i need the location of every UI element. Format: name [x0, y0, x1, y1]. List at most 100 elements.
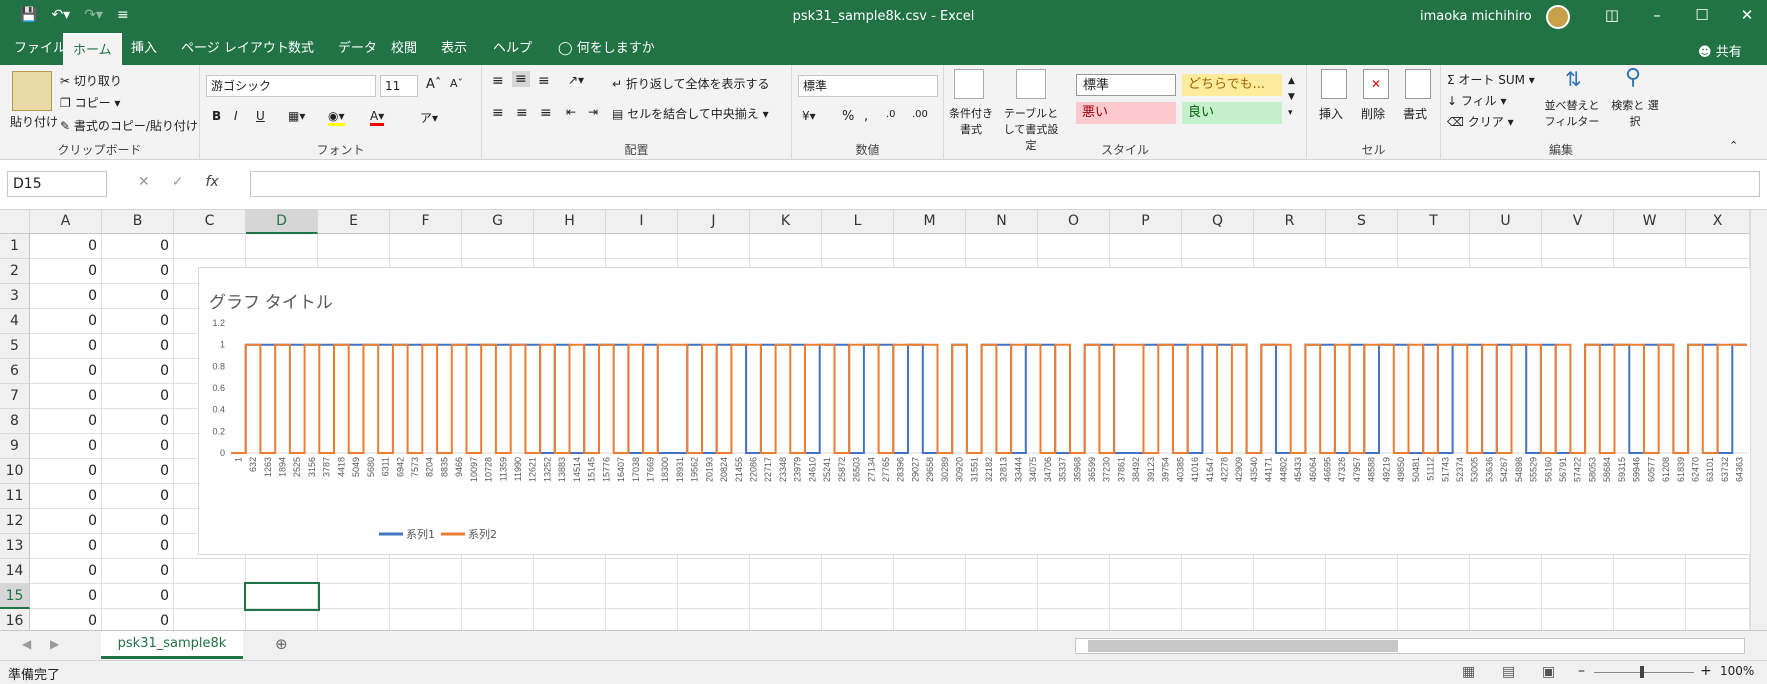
grid-cell[interactable]: 0: [30, 484, 102, 509]
grid-cell[interactable]: [534, 559, 606, 584]
grid-cell[interactable]: 0: [102, 259, 174, 284]
grid-cell[interactable]: [966, 234, 1038, 259]
horizontal-scrollbar[interactable]: [1075, 638, 1745, 654]
grid-cell[interactable]: [750, 234, 822, 259]
row-header[interactable]: 3: [0, 284, 30, 309]
tab-view[interactable]: 表示: [431, 33, 477, 65]
maximize-icon[interactable]: ☐: [1690, 6, 1714, 24]
scrollbar-thumb[interactable]: [1088, 640, 1398, 652]
row-header[interactable]: 2: [0, 259, 30, 284]
bold-icon[interactable]: B: [212, 109, 221, 123]
grid-cell[interactable]: [1470, 559, 1542, 584]
column-header[interactable]: N: [966, 210, 1038, 234]
name-box[interactable]: D15: [7, 171, 107, 197]
grid-cell[interactable]: [1470, 584, 1542, 609]
column-header[interactable]: A: [30, 210, 102, 234]
grid-cell[interactable]: [678, 584, 750, 609]
column-header[interactable]: H: [534, 210, 606, 234]
chart-title[interactable]: グラフ タイトル: [209, 293, 333, 312]
column-header[interactable]: P: [1110, 210, 1182, 234]
grid-cell[interactable]: [1326, 234, 1398, 259]
grid-cell[interactable]: [534, 234, 606, 259]
font-color-icon[interactable]: A▾: [370, 109, 385, 126]
grid-cell[interactable]: 0: [30, 509, 102, 534]
column-header[interactable]: R: [1254, 210, 1326, 234]
grid-cell[interactable]: [1542, 559, 1614, 584]
grid-cell[interactable]: [1110, 559, 1182, 584]
grid-cell[interactable]: [1542, 234, 1614, 259]
row-header[interactable]: 13: [0, 534, 30, 559]
column-header[interactable]: S: [1326, 210, 1398, 234]
phonetic-icon[interactable]: ア▾: [420, 109, 438, 126]
grid-cell[interactable]: [1326, 584, 1398, 609]
grid-cell[interactable]: [822, 559, 894, 584]
grid-cell[interactable]: [390, 559, 462, 584]
column-header[interactable]: U: [1470, 210, 1542, 234]
table-format-icon[interactable]: [1016, 69, 1046, 99]
column-header[interactable]: V: [1542, 210, 1614, 234]
format-painter-button[interactable]: ✎ 書式のコピー/貼り付け: [60, 117, 198, 134]
row-header[interactable]: 7: [0, 384, 30, 409]
column-header[interactable]: I: [606, 210, 678, 234]
grid-cell[interactable]: [894, 559, 966, 584]
grid-cell[interactable]: 0: [102, 534, 174, 559]
decrease-indent-icon[interactable]: ⇤: [566, 105, 576, 119]
grid-cell[interactable]: [1038, 584, 1110, 609]
grid-cell[interactable]: [174, 559, 246, 584]
fill-color-icon[interactable]: ◉▾: [328, 109, 345, 126]
sort-filter-button[interactable]: 並べ替えと フィルター: [1539, 97, 1605, 129]
page-layout-view-icon[interactable]: ▤: [1502, 664, 1515, 680]
grid-cell[interactable]: [1542, 584, 1614, 609]
sort-filter-icon[interactable]: ⇅: [1565, 67, 1582, 91]
search-icon[interactable]: ⚲: [1625, 65, 1641, 90]
style-neutral[interactable]: どちらでも...: [1182, 74, 1282, 96]
share-button[interactable]: ☻ 共有: [1698, 41, 1742, 60]
font-name-select[interactable]: 游ゴシック: [206, 75, 376, 97]
tab-formulas[interactable]: 数式: [278, 33, 324, 65]
autosum-button[interactable]: Σ オート SUM ▾: [1447, 71, 1535, 88]
grid-cell[interactable]: [534, 584, 606, 609]
grid-cell[interactable]: 0: [30, 334, 102, 359]
grid-cell[interactable]: [174, 584, 246, 609]
column-header[interactable]: G: [462, 210, 534, 234]
find-select-button[interactable]: 検索と 選択: [1609, 97, 1661, 129]
grid-cell[interactable]: [1254, 234, 1326, 259]
grid-cell[interactable]: [1038, 234, 1110, 259]
grid-cell[interactable]: [1686, 559, 1750, 584]
comma-icon[interactable]: ,: [864, 109, 868, 124]
copy-button[interactable]: ❐ コピー ▾: [60, 94, 120, 111]
border-icon[interactable]: ▦▾: [288, 109, 305, 123]
grid-cell[interactable]: [750, 584, 822, 609]
grid-cell[interactable]: [246, 234, 318, 259]
grid-cell[interactable]: [1614, 234, 1686, 259]
grid-cell[interactable]: 0: [102, 284, 174, 309]
format-cells-icon[interactable]: [1405, 69, 1431, 99]
grid-cell[interactable]: [246, 559, 318, 584]
grid-cell[interactable]: [462, 584, 534, 609]
grid-cell[interactable]: [1398, 234, 1470, 259]
grid-cell[interactable]: [894, 234, 966, 259]
grid-cell[interactable]: 0: [102, 384, 174, 409]
grid-cell[interactable]: 0: [30, 559, 102, 584]
insert-cells-icon[interactable]: [1321, 69, 1347, 99]
grid-cell[interactable]: [318, 584, 390, 609]
column-header[interactable]: L: [822, 210, 894, 234]
increase-indent-icon[interactable]: ⇥: [588, 105, 598, 119]
grid-cell[interactable]: 0: [30, 284, 102, 309]
column-header[interactable]: W: [1614, 210, 1686, 234]
row-header[interactable]: 6: [0, 359, 30, 384]
grid-cell[interactable]: [1398, 559, 1470, 584]
grid-cell[interactable]: [462, 559, 534, 584]
grid-cell[interactable]: 0: [102, 459, 174, 484]
sheet-tab[interactable]: psk31_sample8k: [101, 631, 243, 659]
grid-cell[interactable]: [1182, 584, 1254, 609]
zoom-slider[interactable]: [1594, 672, 1694, 673]
grid-cell[interactable]: [1182, 234, 1254, 259]
percent-icon[interactable]: %: [842, 109, 854, 124]
grid-cell[interactable]: [1470, 234, 1542, 259]
column-header[interactable]: Q: [1182, 210, 1254, 234]
column-header[interactable]: J: [678, 210, 750, 234]
formula-input[interactable]: [250, 171, 1760, 197]
grid-cell[interactable]: [678, 234, 750, 259]
grid-cell[interactable]: [678, 559, 750, 584]
